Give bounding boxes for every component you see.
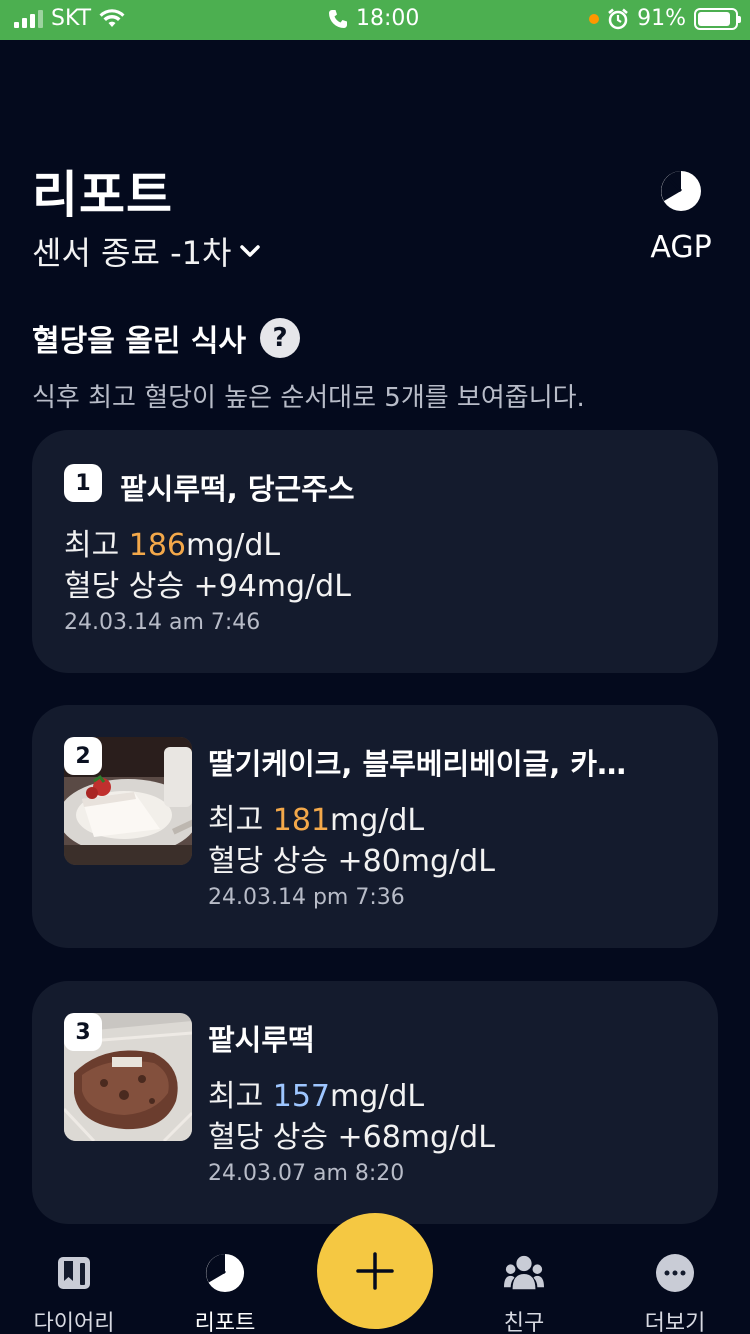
phone-icon [329,9,347,28]
section-description: 식후 최고 혈당이 높은 순서대로 5개를 보여줍니다. [32,383,585,413]
peak-prefix: 최고 [64,528,129,563]
glucose-rise: 혈당 상승 +94mg/dL [64,569,351,604]
peak-value: 157 [272,1079,331,1114]
nav-more-label: 더보기 [644,1311,706,1334]
peak-glucose: 최고 186mg/dL [64,520,280,564]
section-title: 혈당을 올린 식사 ? [32,316,301,360]
report-pie-icon [661,171,701,211]
nav-diary[interactable]: 다이어리 [14,1253,134,1334]
peak-glucose: 최고 157mg/dL [208,1071,424,1115]
page-title: 리포트 [32,166,173,224]
meal-card[interactable]: 1 팥시루떡, 당근주스 최고 186mg/dL 혈당 상승 +94mg/dL … [32,430,718,673]
sensor-label: 센서 종료 -1차 [32,234,232,272]
peak-prefix: 최고 [208,803,273,838]
peak-value: 186 [128,528,187,563]
rank-badge: 2 [64,737,102,775]
nav-report[interactable]: 리포트 [165,1253,285,1334]
battery-percent: 91% [637,6,686,31]
peak-unit: mg/dL [186,528,281,563]
meal-card[interactable]: 3 팥시루떡 최고 157mg/dL 혈당 상승 +68mg/dL 24.03.… [32,981,718,1224]
peak-unit: mg/dL [330,803,425,838]
meal-name: 딸기케이크, 블루베리베이글, 카… [208,747,627,781]
alarm-icon [608,8,628,29]
glucose-rise: 혈당 상승 +68mg/dL [208,1120,495,1155]
battery-icon [694,7,741,30]
help-icon[interactable]: ? [260,318,301,358]
book-icon [58,1257,90,1289]
report-pie-icon [205,1253,245,1293]
clock-time: 18:00 [356,6,420,31]
more-icon [656,1254,694,1292]
meal-datetime: 24.03.14 am 7:46 [64,610,261,635]
friends-icon [504,1255,544,1290]
signal-icon [14,9,43,28]
plus-icon [356,1252,394,1290]
section-title-text: 혈당을 올린 식사 [32,324,247,359]
nav-diary-label: 다이어리 [33,1311,115,1334]
sensor-selector[interactable]: 센서 종료 -1차 [32,228,261,274]
meal-card[interactable]: 2 딸기케이크, 블루베리베이글, 카… 최고 181mg/dL 혈당 상승 +… [32,705,718,948]
agp-label: AGP [650,230,712,265]
meal-name: 팥시루떡 [208,1023,315,1057]
carrier-label: SKT [51,6,92,31]
wifi-icon [99,8,125,27]
peak-value: 181 [272,803,331,838]
nav-report-label: 리포트 [194,1311,256,1334]
chevron-down-icon [240,245,261,257]
meal-datetime: 24.03.14 pm 7:36 [208,885,405,910]
meal-datetime: 24.03.07 am 8:20 [208,1161,405,1186]
add-button[interactable] [317,1213,433,1329]
peak-glucose: 최고 181mg/dL [208,795,424,839]
nav-friends-label: 친구 [503,1311,545,1334]
nav-friends[interactable]: 친구 [464,1253,584,1334]
meal-name: 팥시루떡, 당근주스 [120,472,355,506]
recording-indicator-icon [589,13,600,24]
rank-badge: 1 [64,464,102,502]
rank-badge: 3 [64,1013,102,1051]
peak-unit: mg/dL [330,1079,425,1114]
status-bar: SKT 18:00 91% [0,0,750,40]
nav-more[interactable]: 더보기 [615,1253,735,1334]
agp-button[interactable]: AGP [646,170,716,265]
peak-prefix: 최고 [208,1079,273,1114]
glucose-rise: 혈당 상승 +80mg/dL [208,844,495,879]
